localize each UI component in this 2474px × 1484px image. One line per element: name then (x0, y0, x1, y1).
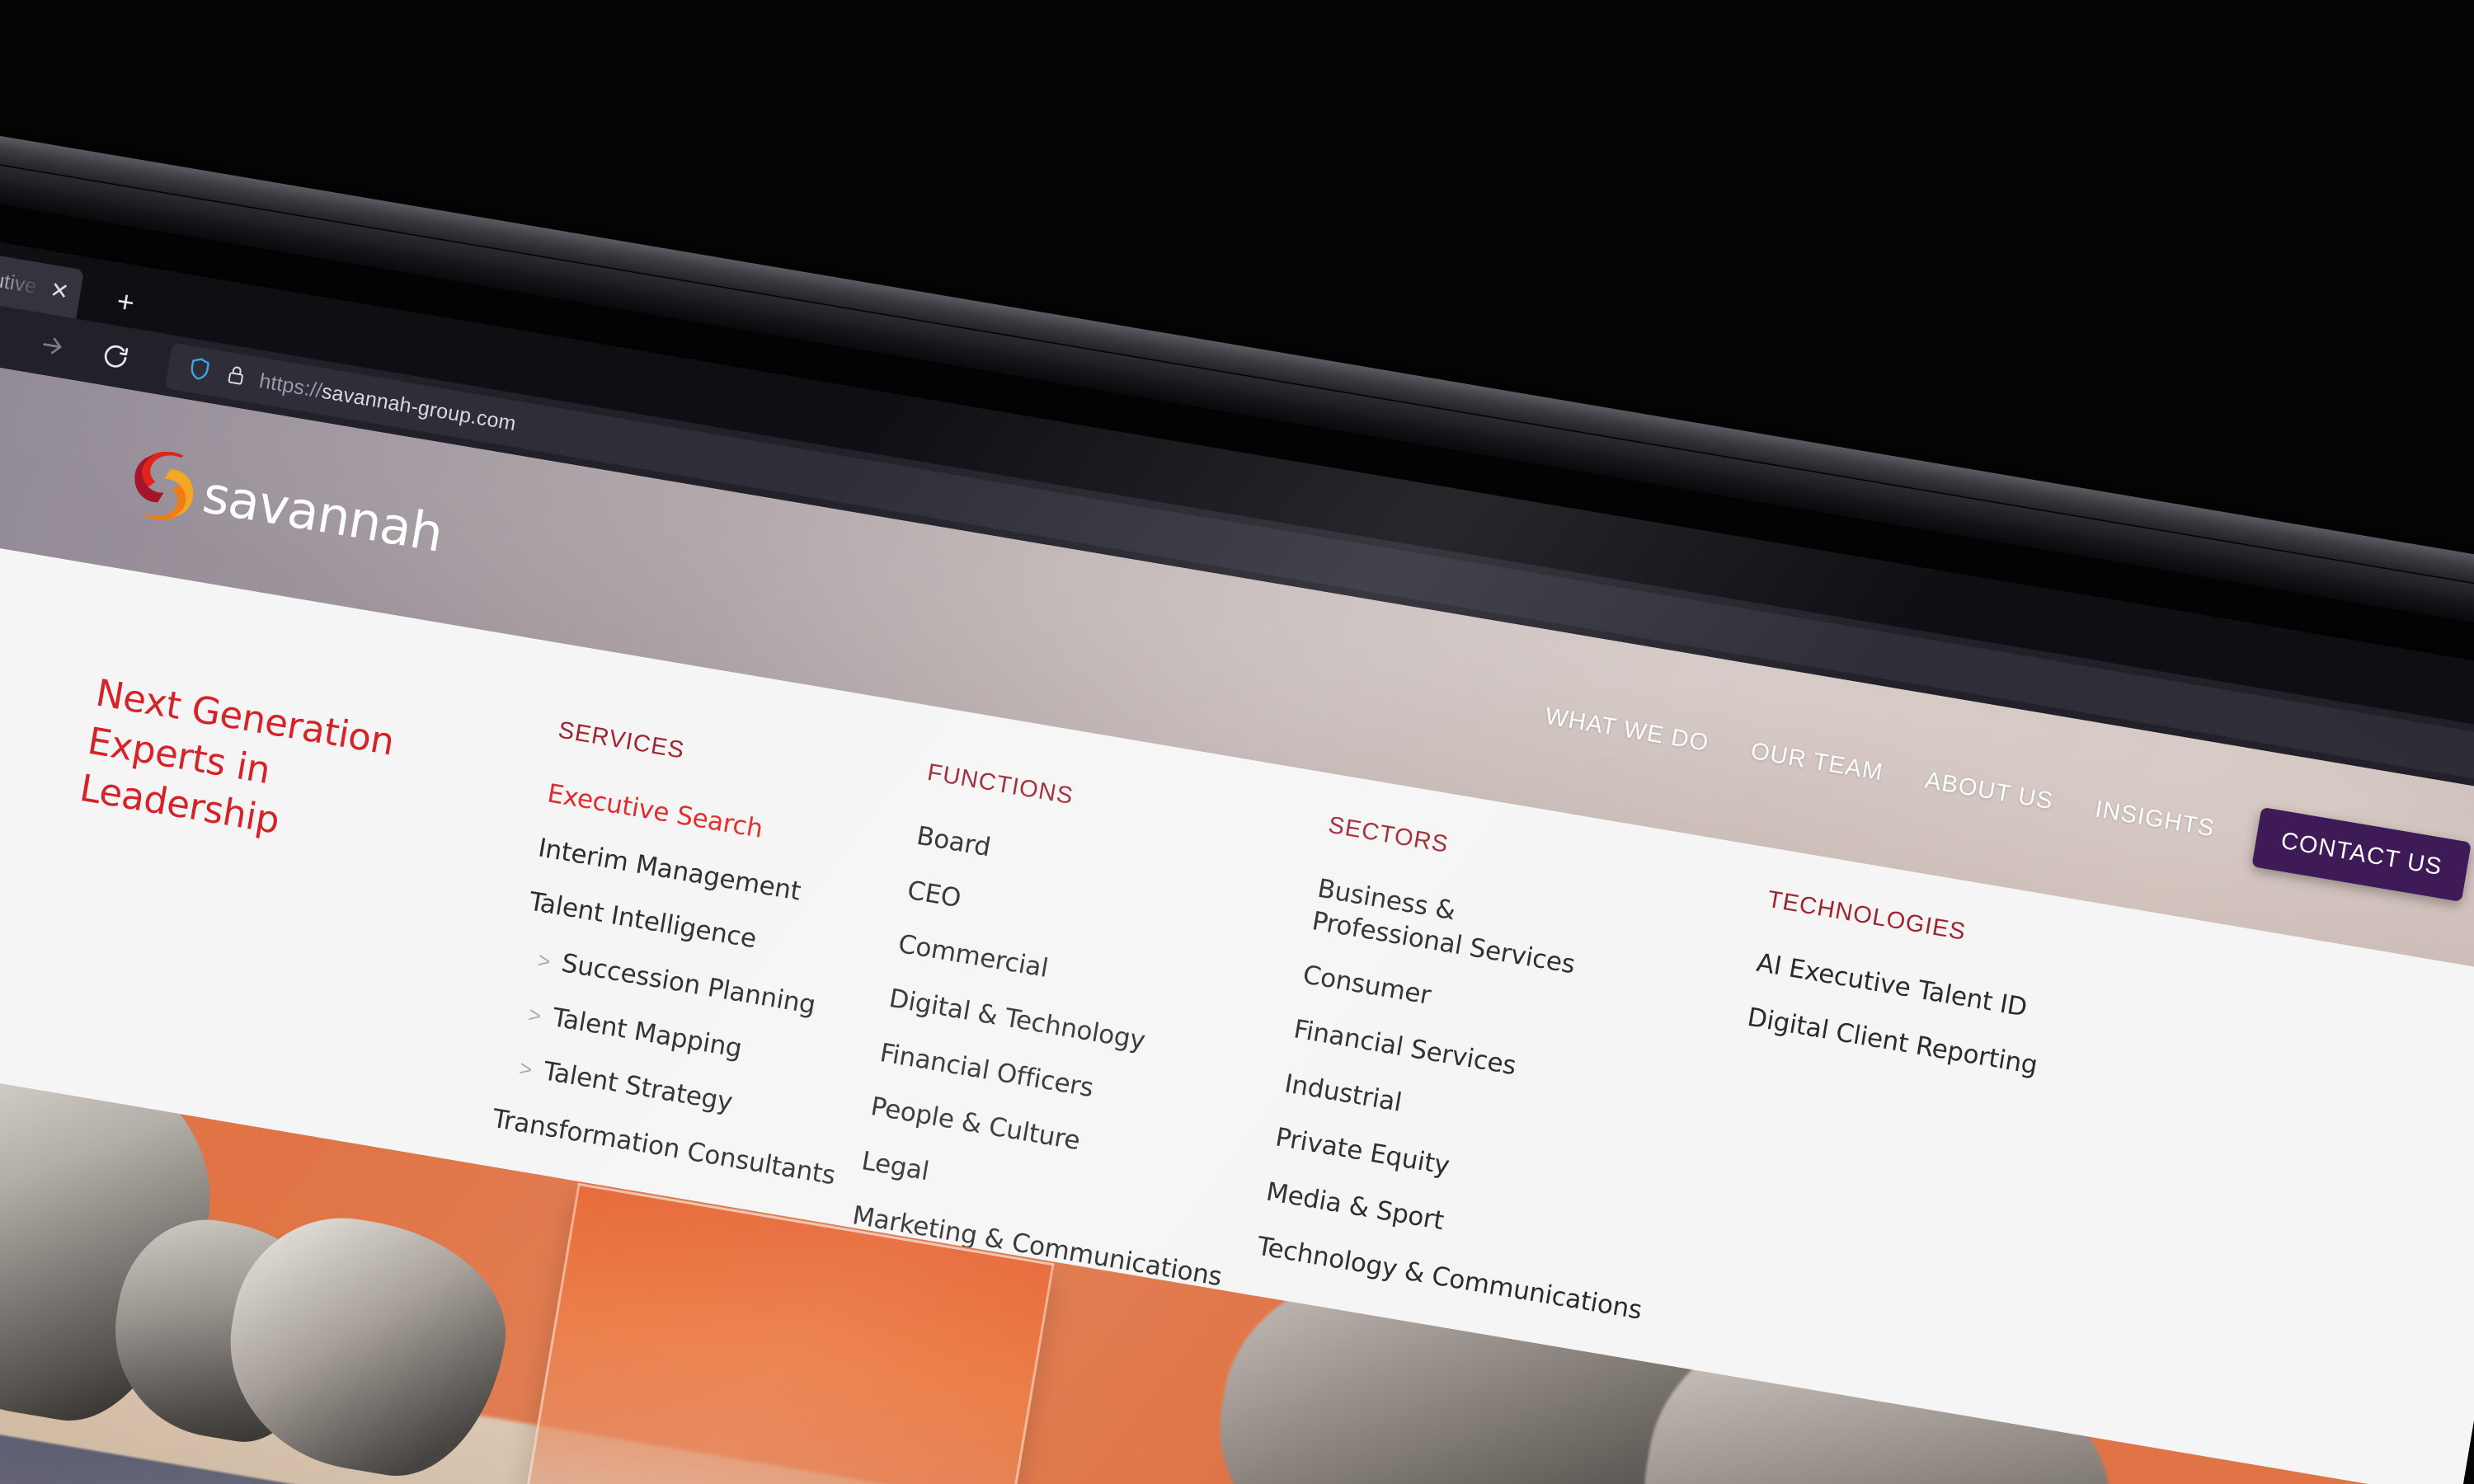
menu-link-consumer[interactable]: Consumer (1300, 960, 1433, 1013)
menu-link-talent-strategy[interactable]: Talent Strategy (541, 1056, 735, 1120)
services-list: Executive Search Interim Management Tale… (490, 777, 916, 1197)
url-scheme: https:// (257, 369, 324, 402)
tracking-protection-shield-icon[interactable] (184, 354, 215, 388)
chevron-right-icon: > (535, 947, 553, 974)
menu-link-ceo[interactable]: CEO (905, 874, 963, 915)
sectors-list: Business & Professional Services Consume… (1254, 873, 1759, 1337)
nav-item-insights[interactable]: INSIGHTS (2093, 796, 2217, 843)
menu-link-private-equity[interactable]: Private Equity (1272, 1122, 1451, 1184)
chevron-right-icon: > (517, 1055, 534, 1082)
menu-link-board[interactable]: Board (914, 820, 993, 865)
menu-link-financial-officers[interactable]: Financial Officers (877, 1037, 1096, 1106)
mega-menu-tagline-column: Next Generation Experts in Leadership (30, 606, 567, 1166)
forward-arrow-icon[interactable] (16, 310, 89, 381)
close-icon[interactable]: ✕ (49, 277, 71, 304)
mega-menu-tagline: Next Generation Experts in Leadership (77, 670, 397, 843)
menu-link-media-sport[interactable]: Media & Sport (1263, 1176, 1446, 1238)
mega-column-sectors: SECTORS Business & Professional Services… (1249, 812, 1770, 1369)
new-tab-button[interactable]: + (101, 279, 150, 325)
menu-link-executive-search[interactable]: Executive Search (545, 777, 765, 846)
menu-link-industrial[interactable]: Industrial (1282, 1068, 1404, 1120)
savannah-s-logo-icon (134, 451, 194, 520)
nav-item-our-team[interactable]: OUR TEAM (1749, 737, 1885, 787)
menu-link-commercial[interactable]: Commercial (896, 928, 1051, 986)
monitor-scene: Savannah Group - Executive Search ✕ + (0, 0, 2474, 1484)
site-logo[interactable]: savannah (126, 445, 448, 567)
contact-us-button[interactable]: CONTACT US (2251, 806, 2472, 902)
logo-wordmark: savannah (198, 463, 447, 564)
menu-link-legal[interactable]: Legal (859, 1145, 932, 1189)
chevron-right-icon: > (526, 1001, 543, 1029)
menu-link-financial-services[interactable]: Financial Services (1291, 1013, 1519, 1083)
nav-item-what-we-do[interactable]: WHAT WE DO (1543, 702, 1711, 757)
menu-link-talent-mapping[interactable]: Talent Mapping (550, 1002, 745, 1066)
nav-item-about-us[interactable]: ABOUT US (1923, 767, 2055, 815)
reload-icon[interactable] (79, 321, 153, 392)
padlock-icon[interactable] (223, 361, 248, 393)
mega-column-functions: FUNCTIONS Board CEO Commercial Digital &… (841, 744, 1331, 1341)
menu-link-people-culture[interactable]: People & Culture (868, 1091, 1083, 1158)
mega-column-technologies: TECHNOLOGIES AI Executive Talent ID Digi… (1688, 886, 2193, 1440)
